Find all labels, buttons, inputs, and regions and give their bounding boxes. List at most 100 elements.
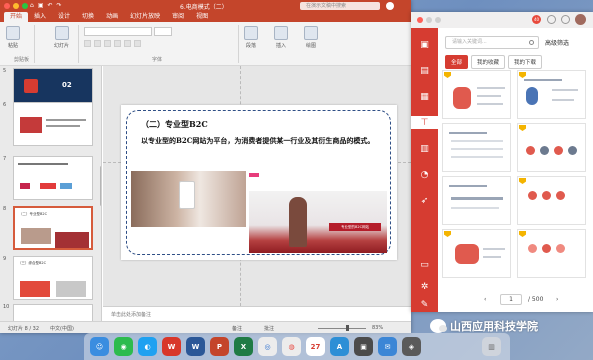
notification-badge[interactable]: 40 [532, 15, 541, 24]
zoom-button[interactable] [22, 3, 28, 9]
zoom-level[interactable]: 83% [372, 325, 383, 331]
settings-icon[interactable]: ✲ [417, 280, 432, 293]
zoom-slider[interactable] [318, 328, 366, 329]
news-icon[interactable]: ▤ [417, 64, 432, 77]
strikethrough-button[interactable] [114, 40, 121, 47]
chrome-icon[interactable]: ◍ [282, 337, 301, 356]
org-chart-icon[interactable]: ⊤ [411, 116, 438, 129]
slide-image-right[interactable]: 专业型的B2C网站 [249, 191, 387, 253]
search-icon[interactable] [529, 40, 534, 45]
close-button[interactable] [417, 17, 423, 23]
chart-icon[interactable]: ▥ [417, 142, 432, 155]
grid-icon[interactable]: ▦ [417, 90, 432, 103]
template-card[interactable] [442, 176, 511, 225]
minimize-button[interactable] [13, 3, 19, 9]
tab-insert[interactable]: 插入 [28, 12, 52, 22]
notes-toggle[interactable]: 备注 [232, 325, 242, 332]
tab-slideshow[interactable]: 幻灯片放映 [124, 12, 166, 22]
circle-icon [542, 191, 551, 200]
advanced-filter-button[interactable]: 高级筛选 [545, 38, 569, 47]
slide-thumbnail-selected[interactable]: （二）专业型B2C [13, 206, 93, 250]
superscript-button[interactable] [134, 40, 141, 47]
notes-pane[interactable]: 单击此处添加备注 [103, 306, 411, 321]
home-icon[interactable]: ⌂ [30, 2, 34, 9]
paragraph-button[interactable]: 段落 [244, 26, 258, 49]
language-indicator[interactable]: 中文(中国) [50, 325, 74, 332]
drawing-button[interactable]: 绘图 [304, 26, 318, 49]
preview-icon[interactable]: ▣ [354, 337, 373, 356]
font-size-select[interactable] [154, 27, 172, 36]
prev-page-button[interactable]: ‹ [484, 296, 486, 303]
slide-heading[interactable]: （二）专业型B2C [141, 119, 208, 130]
font-family-select[interactable] [84, 27, 152, 36]
tab-review[interactable]: 审阅 [166, 12, 190, 22]
safari-icon[interactable]: ◎ [258, 337, 277, 356]
subscript-button[interactable] [124, 40, 131, 47]
avatar[interactable] [575, 14, 586, 25]
slide-thumbnail[interactable] [13, 304, 93, 321]
gear-icon[interactable] [561, 15, 570, 24]
slide-thumbnail[interactable] [13, 156, 93, 200]
comments-toggle[interactable]: 批注 [264, 325, 274, 332]
save-icon[interactable]: ▣ [38, 2, 44, 9]
tab-all[interactable]: 全部 [445, 55, 469, 69]
template-card[interactable] [517, 70, 586, 119]
italic-button[interactable] [94, 40, 101, 47]
photos-icon[interactable]: ◈ [402, 337, 421, 356]
zoom-button[interactable] [435, 17, 441, 23]
wps-icon[interactable]: W [162, 337, 181, 356]
template-card[interactable] [517, 176, 586, 225]
current-slide[interactable]: （二）专业型B2C 以专业型的B2C网站为平台，为消费者提供某一行业及其衍生商品… [121, 105, 397, 260]
template-card[interactable] [442, 229, 511, 278]
message-icon[interactable] [547, 15, 556, 24]
underline-button[interactable] [104, 40, 111, 47]
word-icon[interactable]: W [186, 337, 205, 356]
slide-image-left[interactable] [131, 171, 246, 227]
vip-badge-icon [519, 72, 526, 78]
page-number-input[interactable]: 1 [500, 294, 522, 305]
template-card[interactable] [517, 229, 586, 278]
tab-home[interactable]: 开始 [4, 12, 29, 22]
tab-design[interactable]: 设计 [52, 12, 76, 22]
excel-icon[interactable]: X [234, 337, 253, 356]
thumbnail-title: （三）综合型B2C [18, 261, 47, 265]
powerpoint-icon[interactable]: P [210, 337, 229, 356]
tab-favorites[interactable]: 我的收藏 [471, 55, 506, 69]
next-page-button[interactable]: › [556, 296, 558, 303]
slide-body-text[interactable]: 以专业型的B2C网站为平台，为消费者提供某一行业及其衍生商品的模式。 [141, 135, 391, 147]
wechat-icon[interactable]: ◉ [114, 337, 133, 356]
bold-button[interactable] [84, 40, 91, 47]
account-avatar[interactable] [386, 2, 394, 10]
finder-icon[interactable]: ☺ [90, 337, 109, 356]
pie-icon[interactable]: ◔ [417, 168, 432, 181]
calendar-icon[interactable]: ▭ [417, 258, 432, 271]
new-slide-button[interactable]: 幻灯片 [54, 26, 69, 49]
trash-icon[interactable]: ▥ [482, 337, 501, 356]
tab-transitions[interactable]: 切换 [76, 12, 100, 22]
zoom-slider-knob[interactable] [346, 325, 349, 331]
tab-animations[interactable]: 动画 [100, 12, 124, 22]
qq-icon[interactable]: ◐ [138, 337, 157, 356]
calendar-icon[interactable]: 27 [306, 337, 325, 356]
template-card[interactable] [442, 70, 511, 119]
app-store-icon[interactable]: A [330, 337, 349, 356]
minimize-button[interactable] [426, 17, 432, 23]
close-button[interactable] [4, 3, 10, 9]
paste-button[interactable]: 粘贴 [6, 26, 20, 49]
tab-view[interactable]: 视图 [190, 12, 214, 22]
undo-icon[interactable]: ↶ [47, 2, 52, 9]
template-card[interactable] [517, 123, 586, 172]
slide-thumbnail[interactable] [13, 102, 93, 146]
tab-downloads[interactable]: 我的下载 [508, 55, 543, 69]
template-search-input[interactable]: 请输入关键词... [445, 36, 539, 49]
slide-thumbnail[interactable]: （三）综合型B2C [13, 256, 93, 300]
template-card[interactable] [442, 123, 511, 172]
thumbnails-scrollbar[interactable] [100, 166, 101, 206]
rocket-icon[interactable]: ➶ [417, 194, 432, 207]
document-search-input[interactable]: 在演示文稿中搜索 [300, 2, 380, 10]
brush-icon[interactable]: ✎ [417, 298, 432, 311]
redo-icon[interactable]: ↷ [57, 2, 62, 9]
mail-icon[interactable]: ✉ [378, 337, 397, 356]
insert-button[interactable]: 插入 [274, 26, 288, 49]
bookmark-icon[interactable]: ▣ [417, 38, 432, 51]
